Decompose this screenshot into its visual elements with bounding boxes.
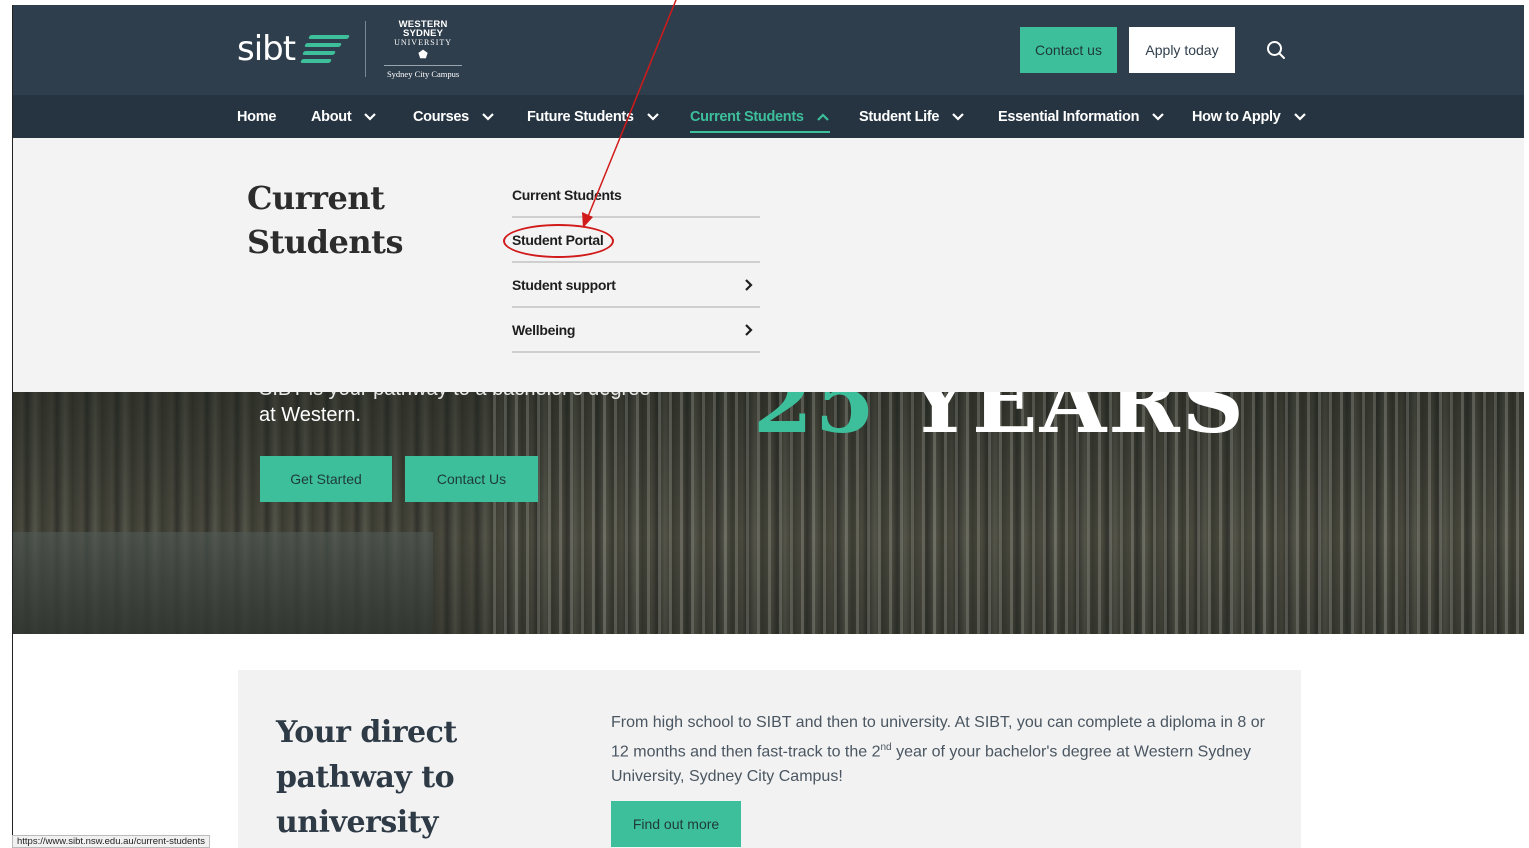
main-nav: Home About Courses Future Students Curre… bbox=[13, 95, 1524, 138]
menu-item-label: Wellbeing bbox=[512, 321, 576, 338]
shield-icon: ⬟ bbox=[418, 48, 428, 61]
logo-wordmark: sibt bbox=[237, 29, 296, 69]
anniversary-heading: 25 YEARS bbox=[753, 392, 1246, 453]
years-word: YEARS bbox=[908, 392, 1246, 453]
annotation-circle bbox=[503, 224, 614, 258]
menu-item-label: Current Students bbox=[512, 186, 622, 203]
nav-label: How to Apply bbox=[1192, 108, 1281, 125]
pathway-section: Your direct pathway to university From h… bbox=[238, 670, 1301, 848]
nav-student-life[interactable]: Student Life bbox=[859, 95, 965, 138]
status-bar-url: https://www.sibt.nsw.edu.au/current-stud… bbox=[12, 835, 210, 848]
wsu-line2: UNIVERSITY bbox=[394, 37, 453, 47]
site-header: sibt WESTERN SYDNEY UNIVERSITY ⬟ Sydney … bbox=[13, 5, 1524, 95]
nav-label: Home bbox=[237, 108, 277, 125]
wsu-rule bbox=[384, 64, 463, 66]
search-icon[interactable] bbox=[1265, 39, 1287, 61]
nav-essential-information[interactable]: Essential Information bbox=[998, 95, 1165, 138]
chevron-down-icon bbox=[952, 112, 964, 121]
hero-banner: SIBT is your pathway to a bachelor's deg… bbox=[13, 392, 1524, 634]
logo-divider bbox=[365, 21, 367, 77]
get-started-button[interactable]: Get Started bbox=[260, 456, 392, 502]
chevron-up-icon bbox=[816, 112, 829, 121]
menu-item-student-support[interactable]: Student support bbox=[512, 263, 760, 308]
nav-how-to-apply[interactable]: How to Apply bbox=[1192, 95, 1307, 138]
chevron-down-icon bbox=[1152, 112, 1164, 121]
wsu-line3: Sydney City Campus bbox=[386, 68, 460, 79]
apply-today-button[interactable]: Apply today bbox=[1129, 27, 1235, 73]
pathway-title: Your direct pathway to university bbox=[276, 715, 457, 840]
wsu-partner-logo: WESTERN SYDNEY UNIVERSITY ⬟ Sydney City … bbox=[378, 20, 468, 79]
menu-item-wellbeing[interactable]: Wellbeing bbox=[512, 308, 760, 353]
nav-current-students[interactable]: Current Students bbox=[690, 95, 830, 138]
chevron-right-icon bbox=[745, 278, 753, 291]
chevron-down-icon bbox=[364, 112, 377, 121]
pathway-text-sup: nd bbox=[880, 742, 892, 753]
nav-home[interactable]: Home bbox=[237, 95, 276, 138]
menu-item-current-students[interactable]: Current Students bbox=[512, 173, 760, 218]
hero-harbour-image bbox=[13, 532, 433, 634]
nav-about[interactable]: About bbox=[311, 95, 377, 138]
nav-future-students[interactable]: Future Students bbox=[527, 95, 660, 138]
nav-label: Essential Information bbox=[998, 108, 1140, 125]
logo-wave-icon bbox=[299, 27, 351, 71]
chevron-down-icon bbox=[1293, 112, 1306, 121]
chevron-down-icon bbox=[482, 112, 494, 121]
sibt-logo[interactable]: sibt WESTERN SYDNEY UNIVERSITY ⬟ Sydney … bbox=[237, 19, 468, 79]
nav-courses[interactable]: Courses bbox=[413, 95, 495, 138]
hero-tagline-line1: SIBT is your pathway to a bachelor's deg… bbox=[259, 392, 650, 401]
nav-label: Current Students bbox=[690, 108, 804, 125]
hero-contact-us-button[interactable]: Contact Us bbox=[405, 456, 538, 502]
menu-item-student-portal[interactable]: Student Portal bbox=[503, 218, 760, 263]
wsu-line1: WESTERN SYDNEY bbox=[398, 18, 448, 40]
menu-item-label: Student support bbox=[512, 276, 616, 293]
menu-list: Current Students Student Portal Student … bbox=[503, 173, 760, 353]
chevron-down-icon bbox=[646, 112, 659, 121]
contact-us-button[interactable]: Contact us bbox=[1020, 27, 1117, 73]
nav-label: Future Students bbox=[527, 108, 634, 125]
nav-label: About bbox=[311, 108, 352, 125]
nav-label: Student Life bbox=[859, 108, 940, 125]
browser-viewport: sibt WESTERN SYDNEY UNIVERSITY ⬟ Sydney … bbox=[12, 5, 1524, 848]
years-number: 25 bbox=[753, 392, 877, 453]
chevron-right-icon bbox=[745, 323, 753, 336]
find-out-more-button[interactable]: Find out more bbox=[611, 801, 741, 847]
pathway-description: From high school to SIBT and then to uni… bbox=[611, 710, 1271, 789]
menu-title: Current Students bbox=[247, 179, 403, 261]
current-students-menu: Current Students Current Students Studen… bbox=[13, 138, 1524, 392]
hero-tagline-line2: at Western. bbox=[259, 404, 361, 426]
nav-label: Courses bbox=[413, 108, 469, 125]
